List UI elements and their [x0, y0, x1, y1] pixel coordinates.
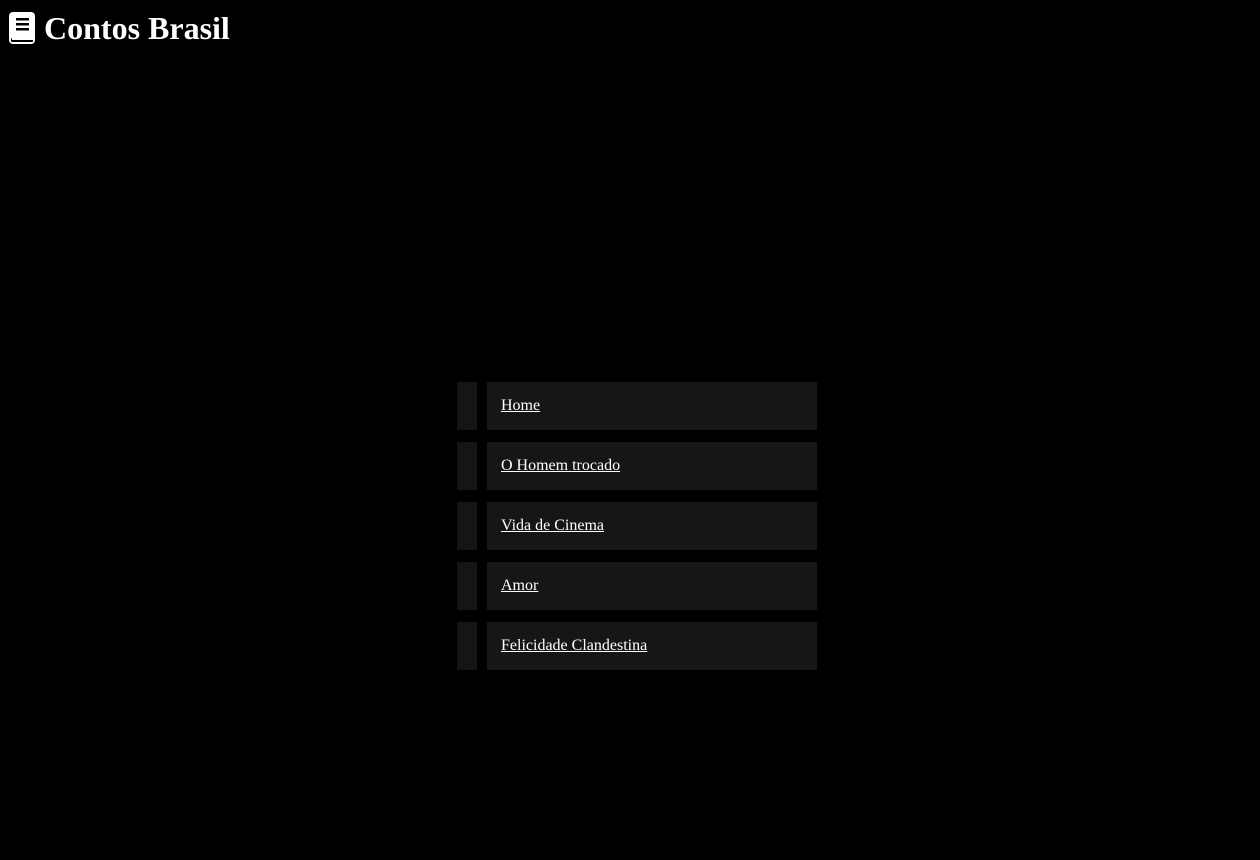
menu-link-vida-de-cinema[interactable]: Vida de Cinema: [501, 517, 604, 535]
menu-link-felicidade-clandestina[interactable]: Felicidade Clandestina: [501, 637, 647, 655]
menu-link-amor[interactable]: Amor: [501, 577, 538, 595]
menu-item-o-homem-trocado: O Homem trocado: [457, 442, 817, 490]
menu-item-home: Home: [457, 382, 817, 430]
menu-item-marker: [457, 442, 477, 490]
site-header: Contos Brasil: [8, 10, 230, 46]
site-title[interactable]: Contos Brasil: [44, 10, 230, 46]
menu-item-box[interactable]: Felicidade Clandestina: [487, 622, 817, 670]
menu-item-felicidade-clandestina: Felicidade Clandestina: [457, 622, 817, 670]
menu-item-box[interactable]: Vida de Cinema: [487, 502, 817, 550]
menu-item-box[interactable]: Amor: [487, 562, 817, 610]
main-menu: Home O Homem trocado Vida de Cinema Amor…: [457, 382, 817, 682]
menu-link-o-homem-trocado[interactable]: O Homem trocado: [501, 457, 620, 475]
menu-item-marker: [457, 502, 477, 550]
menu-item-vida-de-cinema: Vida de Cinema: [457, 502, 817, 550]
menu-item-marker: [457, 622, 477, 670]
menu-item-marker: [457, 562, 477, 610]
menu-link-home[interactable]: Home: [501, 397, 540, 415]
menu-item-box[interactable]: Home: [487, 382, 817, 430]
menu-item-box[interactable]: O Homem trocado: [487, 442, 817, 490]
menu-item-amor: Amor: [457, 562, 817, 610]
book-icon: [9, 12, 35, 44]
menu-item-marker: [457, 382, 477, 430]
